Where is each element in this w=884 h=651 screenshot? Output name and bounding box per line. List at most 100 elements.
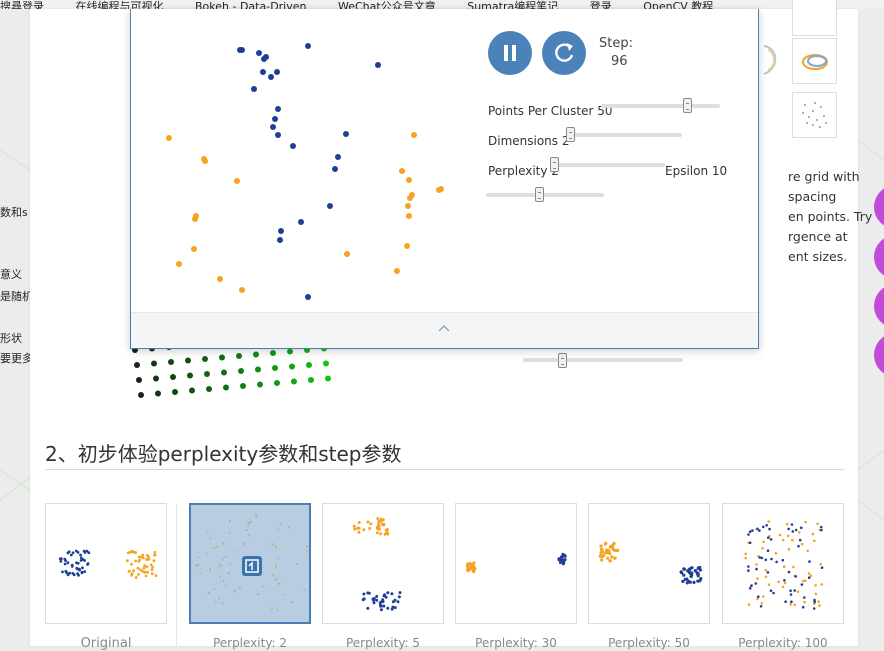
thumbnail-point — [67, 550, 71, 554]
bg-point — [168, 359, 174, 365]
thumbnail-point — [748, 541, 752, 545]
pause-button[interactable] — [488, 31, 532, 75]
thumbnail-point — [799, 526, 803, 530]
thumbnail-point — [750, 584, 753, 588]
tsne-playground-modal: Step: 96 Points Per Cluster 50 Dimension… — [130, 9, 759, 349]
left-text-fragment: 数和s — [0, 206, 28, 219]
dataset-thumbnail[interactable] — [792, 38, 837, 84]
thumbnail-point — [61, 570, 64, 574]
thumbnail-plot — [465, 552, 567, 574]
background-slider-track[interactable] — [523, 358, 683, 362]
thumbnail-point — [382, 604, 386, 608]
thumbnail-point — [608, 544, 613, 549]
thumbnail-point — [290, 601, 293, 604]
bg-point — [306, 362, 312, 368]
thumbnail-point — [801, 605, 805, 609]
thumbnail-caption: Perplexity: 30 — [475, 636, 557, 650]
thumbnail-point — [195, 564, 198, 567]
thumbnail-point — [606, 556, 610, 560]
thumbnail-point — [767, 520, 770, 523]
background-slider-thumb[interactable] — [557, 353, 567, 368]
thumbnail-point — [372, 601, 376, 605]
thumbnail-point — [66, 561, 70, 565]
points-per-cluster-slider[interactable] — [682, 98, 692, 113]
thumbnail-point — [217, 597, 220, 600]
thumbnail-point — [686, 569, 690, 573]
thumbnail-point — [366, 606, 370, 610]
thumbnail-point — [613, 556, 617, 560]
bg-point — [138, 392, 144, 398]
thumbnail-point — [696, 572, 700, 576]
thumbnail-point — [144, 574, 148, 578]
thumbnail-point — [136, 566, 140, 570]
thumbnail-point — [229, 562, 232, 565]
thumbnail-point — [466, 569, 470, 573]
thumbnail-point — [63, 562, 67, 566]
thumbnail-point — [756, 527, 759, 531]
thumbnail-point — [366, 520, 370, 524]
thumbnail-point — [199, 572, 202, 575]
chevron-up-icon[interactable] — [438, 322, 450, 334]
perplexity-slider[interactable] — [550, 157, 559, 172]
thumbnail-original[interactable] — [45, 503, 167, 624]
thumbnail-point — [755, 563, 758, 566]
thumbnail-point — [229, 520, 232, 523]
thumbnail-point — [296, 562, 299, 565]
thumbnail-point — [368, 527, 372, 530]
data-point-blue — [274, 69, 280, 75]
thumbnail-point — [213, 547, 216, 550]
data-point-blue — [268, 74, 274, 80]
thumbnail-point — [86, 562, 90, 565]
thumbnail-point — [764, 558, 768, 562]
thumbnail-perplexity-2[interactable] — [189, 503, 311, 624]
open-icon[interactable] — [241, 555, 263, 577]
thumbnail-point — [282, 593, 285, 596]
thumbnail-point — [612, 541, 616, 546]
thumbnail-perplexity-5[interactable] — [322, 503, 444, 624]
thumbnail-point — [218, 576, 222, 579]
thumbnail-caption: Perplexity: 5 — [345, 636, 421, 650]
left-text-fragment: 是随机 — [0, 290, 33, 303]
thumbnail-point — [224, 555, 227, 558]
thumbnail-point — [372, 598, 375, 602]
thumbnail-perplexity-50[interactable] — [588, 503, 710, 624]
thumbnail-point — [79, 553, 82, 557]
thumbnail-point — [781, 585, 785, 589]
thumbnail-point — [811, 532, 815, 536]
thumbnail-point — [141, 570, 145, 573]
data-point-orange — [176, 261, 182, 267]
thumbnail-point — [791, 538, 794, 542]
thumbnail-point — [221, 558, 224, 561]
thumbnail-point — [242, 541, 245, 544]
dataset-thumbnail[interactable] — [792, 92, 837, 138]
dataset-thumbnail[interactable] — [758, 38, 788, 84]
dimensions-track[interactable] — [566, 133, 682, 137]
thumbnail-point — [377, 520, 381, 523]
epsilon-track[interactable] — [486, 193, 604, 197]
scatter-thumbnail-icon — [802, 102, 827, 128]
points-per-cluster-track[interactable] — [601, 104, 720, 108]
restart-button[interactable] — [542, 31, 586, 75]
thumbnail-point — [275, 565, 278, 568]
dimensions-slider[interactable] — [566, 127, 575, 142]
thumbnail-perplexity-30[interactable] — [455, 503, 577, 624]
thumbnail-point — [275, 545, 278, 548]
thumbnail-point — [393, 598, 397, 602]
perplexity-label: Perplexity 2 — [488, 164, 559, 178]
thumbnail-perplexity-100[interactable] — [722, 503, 844, 624]
thumbnail-point — [793, 603, 796, 607]
thumbnail-point — [87, 551, 91, 555]
epsilon-slider[interactable] — [535, 187, 545, 202]
thumbnail-point — [803, 596, 806, 599]
thumbnail-point — [817, 600, 820, 603]
dataset-thumbnail[interactable] — [792, 0, 837, 36]
thumbnail-caption: Perplexity: 100 — [738, 636, 828, 650]
thumbnail-point — [215, 545, 218, 548]
bg-point — [291, 378, 297, 385]
thumbnail-point — [764, 568, 768, 572]
bg-point — [185, 357, 191, 364]
perplexity-track[interactable] — [550, 163, 665, 167]
thumbnail-point — [279, 522, 282, 525]
thumbnail-point — [762, 595, 765, 598]
thumbnail-point — [381, 598, 385, 602]
